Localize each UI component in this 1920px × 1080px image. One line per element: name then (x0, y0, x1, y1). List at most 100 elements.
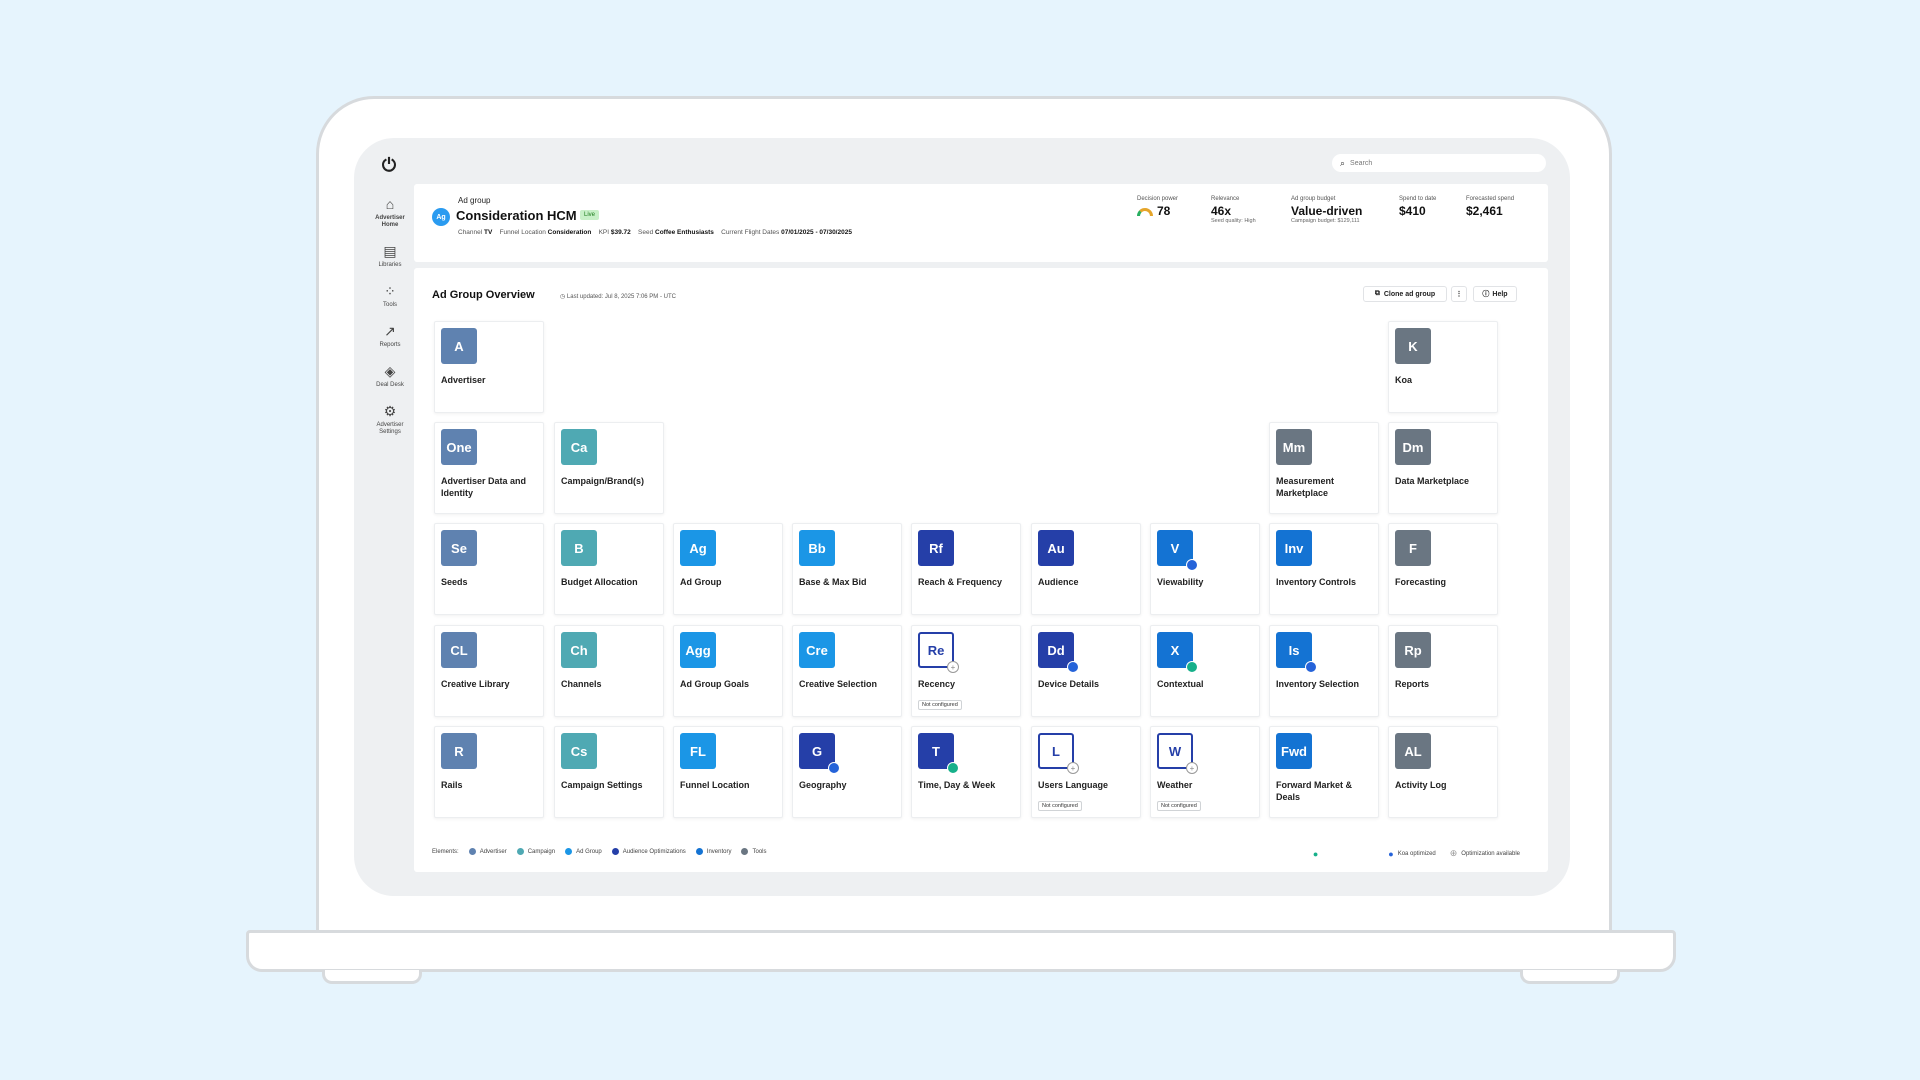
tile-activity-log[interactable]: AL Activity Log (1388, 726, 1498, 818)
legend-label: Campaign (527, 848, 556, 855)
tile-time-day-week[interactable]: T Time, Day & Week (911, 726, 1021, 818)
metric-label: Relevance (1211, 196, 1240, 202)
tile-contextual[interactable]: X Contextual (1150, 625, 1260, 717)
tile-creative-selection[interactable]: Cre Creative Selection (792, 625, 902, 717)
tile-viewability[interactable]: V Viewability (1150, 523, 1260, 615)
tile-abbr-icon: CL (441, 632, 477, 668)
legend-swatch (741, 848, 749, 855)
search-icon: ⌕ (1340, 157, 1346, 168)
optimization-available-icon: + (1186, 762, 1198, 774)
tile-abbr-icon: FL (680, 733, 716, 769)
tile-label: Ad Group Goals (680, 679, 750, 689)
tile-reach-frequency[interactable]: Rf Reach & Frequency (911, 523, 1021, 615)
legend-swatch (611, 848, 619, 855)
tile-abbr-icon: K (1395, 328, 1431, 364)
home-icon: ⌂ (385, 196, 395, 212)
metric-label: Decision power (1137, 196, 1179, 202)
laptop-foot-right (1520, 970, 1620, 984)
metric-budget: Ad group budget Value-driven Campaign bu… (1291, 196, 1362, 224)
tile-users-language[interactable]: L + Users Language Not configured (1031, 726, 1141, 818)
overview-title: Ad Group Overview (432, 289, 535, 301)
metric-label: Forecasted spend (1466, 196, 1515, 202)
page-title: Consideration HCM (456, 208, 577, 223)
sidebar-item-label: Advertiser Settings (376, 422, 404, 435)
legend-opt-label: Optimization available (1461, 850, 1520, 857)
help-button[interactable]: ⓘ Help (1473, 286, 1517, 302)
tile-forecasting[interactable]: F Forecasting (1388, 523, 1498, 615)
tile-funnel-location[interactable]: FL Funnel Location (673, 726, 783, 818)
metric-label: Ad group budget (1291, 196, 1336, 202)
tile-seeds[interactable]: Se Seeds (434, 523, 544, 615)
legend-item: Campaign (516, 848, 556, 855)
deal-desk-icon: ◈ (384, 363, 396, 379)
tile-campaign-brand-s[interactable]: Ca Campaign/Brand(s) (554, 422, 664, 514)
tile-abbr-icon: Ch (561, 632, 597, 668)
tile-forward-market-deals[interactable]: Fwd Forward Market & Deals (1269, 726, 1379, 818)
tile-label: Advertiser Data and Identity (441, 476, 527, 498)
legend-item: Tools (741, 848, 767, 855)
tile-recency[interactable]: Re + Recency Not configured (911, 625, 1021, 717)
laptop-base (246, 930, 1676, 972)
koa-optimized-icon (1067, 661, 1079, 673)
tile-creative-library[interactable]: CL Creative Library (434, 625, 544, 717)
tile-data-marketplace[interactable]: Dm Data Marketplace (1388, 422, 1498, 514)
tile-ad-group-goals[interactable]: Agg Ad Group Goals (673, 625, 783, 717)
sidebar-item-deal-desk[interactable]: ◈ Deal Desk (368, 363, 412, 389)
tile-inventory-controls[interactable]: Inv Inventory Controls (1269, 523, 1379, 615)
sidebar: ⌂ Advertiser Home ▤ Libraries ⁘ Tools ↗ … (368, 196, 412, 450)
koa-optimized-icon (1186, 559, 1198, 571)
tile-measurement-marketplace[interactable]: Mm Measurement Marketplace (1269, 422, 1379, 514)
tile-abbr-icon: Rp (1395, 632, 1431, 668)
tile-abbr-icon: Au (1038, 530, 1074, 566)
ad-group-meta: Channel TV Funnel Location Consideration… (458, 229, 852, 236)
legend-title: Elements: (432, 848, 459, 855)
ad-group-badge: Ag (432, 208, 450, 226)
metric-value: $2,461 (1466, 204, 1503, 218)
tile-label: Device Details (1038, 679, 1100, 689)
more-icon: ⋮ (1455, 291, 1463, 298)
tile-advertiser[interactable]: A Advertiser (434, 321, 544, 413)
tile-abbr-icon: Rf (918, 530, 954, 566)
tile-budget-allocation[interactable]: B Budget Allocation (554, 523, 664, 615)
tile-advertiser-data-and-identity[interactable]: One Advertiser Data and Identity (434, 422, 544, 514)
tile-audience[interactable]: Au Audience (1031, 523, 1141, 615)
meta-value: 07/01/2025 - 07/30/2025 (781, 229, 852, 236)
tile-label: Rails (441, 780, 463, 790)
tile-abbr-icon: Ag (680, 530, 716, 566)
app-logo-icon[interactable]: ⏻ (378, 154, 400, 176)
tile-campaign-settings[interactable]: Cs Campaign Settings (554, 726, 664, 818)
user-icon: ● (1312, 848, 1319, 859)
tile-rails[interactable]: R Rails (434, 726, 544, 818)
legend-label: Audience Optimizations (622, 848, 686, 855)
search-input[interactable]: ⌕ Search (1332, 154, 1546, 172)
legend-swatch (695, 848, 703, 855)
tile-base-max-bid[interactable]: Bb Base & Max Bid (792, 523, 902, 615)
tile-label: Measurement Marketplace (1276, 476, 1335, 498)
not-configured-badge: Not configured (1157, 801, 1201, 811)
sidebar-item-reports[interactable]: ↗ Reports (368, 323, 412, 349)
sidebar-item-advertiser-settings[interactable]: ⚙ Advertiser Settings (368, 403, 412, 436)
not-configured-badge: Not configured (1038, 801, 1082, 811)
legend-swatch (565, 848, 573, 855)
legend-swatch (516, 848, 524, 855)
tile-label: Koa (1395, 375, 1413, 385)
tile-koa[interactable]: K Koa (1388, 321, 1498, 413)
tile-device-details[interactable]: Dd Device Details (1031, 625, 1141, 717)
sidebar-item-tools[interactable]: ⁘ Tools (368, 283, 412, 309)
tile-inventory-selection[interactable]: Is Inventory Selection (1269, 625, 1379, 717)
tile-label: Reach & Frequency (918, 577, 1003, 587)
tile-ad-group[interactable]: Ag Ad Group (673, 523, 783, 615)
tile-geography[interactable]: G Geography (792, 726, 902, 818)
metric-spend: Spend to date $410 (1399, 196, 1436, 218)
sidebar-item-advertiser-home[interactable]: ⌂ Advertiser Home (368, 196, 412, 229)
tile-reports[interactable]: Rp Reports (1388, 625, 1498, 717)
tile-label: Creative Library (441, 679, 510, 689)
clone-ad-group-button[interactable]: ⧉ Clone ad group (1363, 286, 1447, 302)
tile-weather[interactable]: W + Weather Not configured (1150, 726, 1260, 818)
tile-label: Inventory Selection (1276, 679, 1360, 689)
legend-label: Advertiser (479, 848, 507, 855)
more-options-button[interactable]: ⋮ (1451, 286, 1467, 302)
sidebar-item-libraries[interactable]: ▤ Libraries (368, 243, 412, 269)
meta-value: Consideration (547, 229, 592, 236)
tile-channels[interactable]: Ch Channels (554, 625, 664, 717)
